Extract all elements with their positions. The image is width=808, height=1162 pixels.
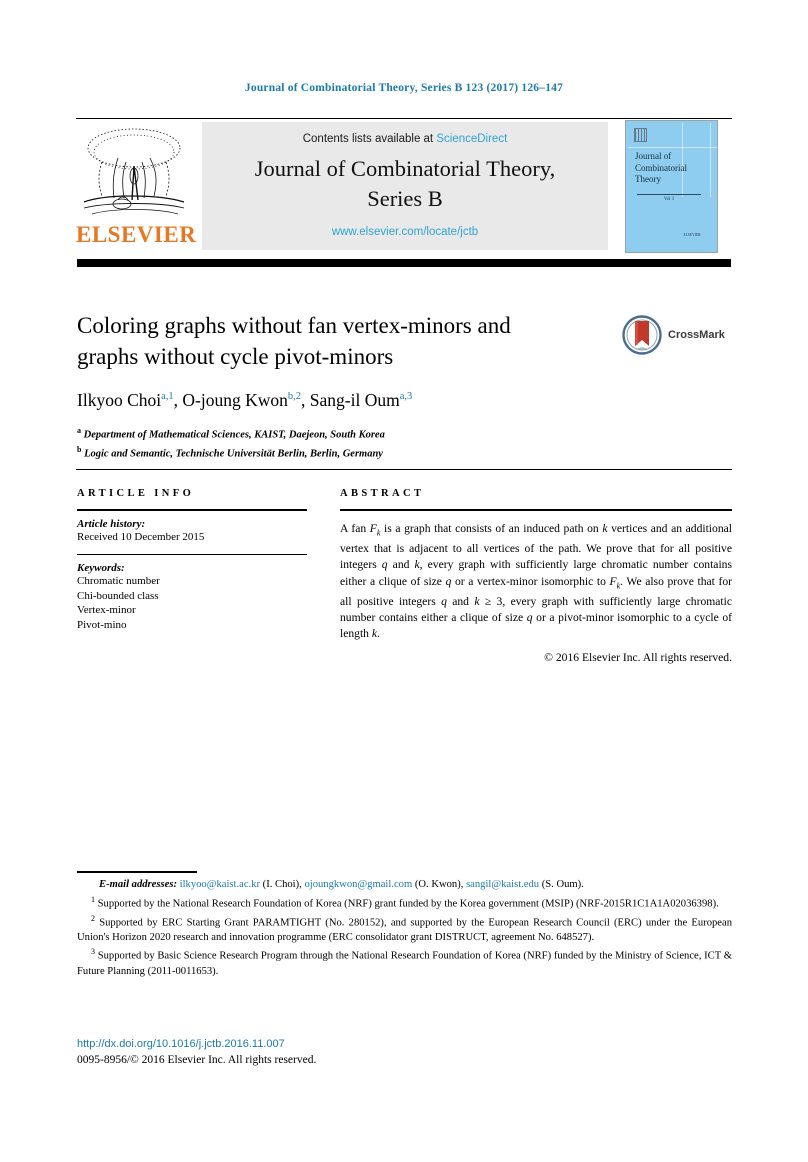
journal-title-line1: Journal of Combinatorial Theory, (254, 156, 556, 181)
keywords-label: Keywords: (77, 562, 125, 575)
email-person: (O. Kwon) (414, 879, 461, 890)
contents-available-line: Contents lists available at ScienceDirec… (202, 133, 608, 145)
keyword-list: Chromatic number Chi-bounded class Vertex-… (77, 574, 307, 632)
authors-bottom-rule (76, 469, 732, 470)
affiliation-list: a Department of Mathematical Sciences, K… (77, 424, 717, 462)
email-label: E-mail addresses: (99, 879, 177, 890)
footnote-item: 3 Supported by Basic Science Research Pr… (77, 947, 732, 977)
author: Ilkyoo Choia,1 (77, 390, 174, 410)
masthead-panel: Contents lists available at ScienceDirec… (202, 122, 608, 250)
elsevier-tree-icon (78, 122, 190, 222)
abstract-copyright: © 2016 Elsevier Inc. All rights reserved… (544, 650, 732, 664)
cover-title-line3: Theory (635, 174, 661, 184)
sciencedirect-link[interactable]: ScienceDirect (436, 133, 507, 145)
author-marks: b,2 (287, 391, 302, 403)
cover-emblem-icon (634, 128, 647, 142)
running-head: Journal of Combinatorial Theory, Series … (244, 82, 564, 94)
issn-copyright-line: 0095-8956/© 2016 Elsevier Inc. All right… (77, 1054, 317, 1066)
keyword: Vertex-minor (77, 604, 136, 617)
contents-prefix: Contents lists available at (302, 133, 437, 145)
footnote-mark: 1 (91, 894, 95, 904)
page-title-line1: Coloring graphs without fan vertex-minor… (77, 313, 511, 338)
footnote-emails: E-mail addresses: ilkyoo@kaist.ac.kr (I.… (99, 879, 584, 890)
cover-volume-text: Vol 1 (663, 197, 675, 202)
crossmark-label: CrossMark (668, 329, 725, 341)
footnote-mark: 2 (91, 913, 95, 923)
abstract-column: ABSTRACT A fan Fk is a graph that consis… (340, 488, 732, 664)
cover-title: Journal of Combinatorial Theory (635, 151, 713, 186)
affiliation-mark: b (77, 445, 82, 454)
author: O-joung Kwonb,2 (182, 390, 302, 410)
article-info-divider (77, 509, 307, 511)
affiliation: a Department of Mathematical Sciences, K… (77, 426, 385, 441)
footnote-block: E-mail addresses: ilkyoo@kaist.ac.kr (I.… (77, 878, 732, 979)
article-history-value: Received 10 December 2015 (77, 530, 205, 543)
article-info-heading: ARTICLE INFO (77, 488, 195, 499)
email-link[interactable]: sangil@kaist.edu (466, 879, 539, 890)
cover-title-line2: Combinatorial (635, 162, 687, 173)
author-marks: a,3 (399, 391, 413, 403)
page-title: Coloring graphs without fan vertex-minor… (77, 310, 547, 372)
footnote-mark: 3 (91, 947, 95, 957)
abstract-divider (340, 509, 732, 511)
cover-footer-text: ELSEVIER (683, 233, 701, 237)
keywords-divider (77, 553, 307, 556)
email-link[interactable]: ojoungkwon@gmail.com (304, 879, 412, 890)
masthead-black-bar (77, 259, 731, 267)
journal-title-line2: Series B (367, 186, 443, 211)
crossmark-badge[interactable]: CrossMark (622, 315, 734, 355)
article-first-page: Journal of Combinatorial Theory, Series … (0, 0, 808, 1162)
email-link[interactable]: ilkyoo@kaist.ac.kr (180, 879, 260, 890)
email-person: (I. Choi) (262, 879, 300, 890)
footnote-rule (77, 871, 197, 873)
article-history-label: Article history: (77, 517, 146, 530)
keyword: Chi-bounded class (77, 589, 159, 602)
abstract-text: A fan Fk is a graph that consists of an … (340, 521, 732, 641)
cover-divider (637, 194, 701, 195)
cover-grid-line (628, 147, 717, 148)
affiliation-mark: a (77, 426, 81, 435)
elsevier-logo: ELSEVIER (76, 122, 197, 252)
journal-title: Journal of Combinatorial Theory, Series … (202, 154, 608, 214)
email-person: (S. Oum). (541, 879, 584, 890)
cover-title-line1: Journal of (635, 151, 672, 161)
doi-link[interactable]: http://dx.doi.org/10.1016/j.jctb.2016.11… (77, 1038, 285, 1050)
masthead: ELSEVIER Contents lists available at Sci… (76, 118, 732, 254)
keyword: Pivot-mino (77, 618, 127, 631)
keyword: Chromatic number (77, 575, 160, 588)
page-title-line2: graphs without cycle pivot-minors (77, 344, 394, 369)
crossmark-icon (622, 315, 662, 355)
footnote-item: 1 Supported by the National Research Fou… (91, 894, 719, 910)
footnote-item: 2 Supported by ERC Starting Grant PARAMT… (77, 913, 732, 943)
journal-cover-thumbnail: Journal of Combinatorial Theory Vol 1 EL… (625, 120, 718, 253)
author: Sang-il Ouma,3 (309, 390, 413, 410)
elsevier-wordmark: ELSEVIER (76, 222, 197, 247)
affiliation: b Logic and Semantic, Technische Univers… (77, 445, 383, 460)
author-list: Ilkyoo Choia,1, O-joung Kwonb,2, Sang-il… (77, 390, 413, 410)
journal-homepage-link[interactable]: www.elsevier.com/locate/jctb (202, 226, 608, 238)
article-info-column: ARTICLE INFO Article history: Received 1… (77, 488, 307, 632)
author-marks: a,1 (161, 391, 174, 403)
abstract-heading: ABSTRACT (340, 488, 425, 499)
